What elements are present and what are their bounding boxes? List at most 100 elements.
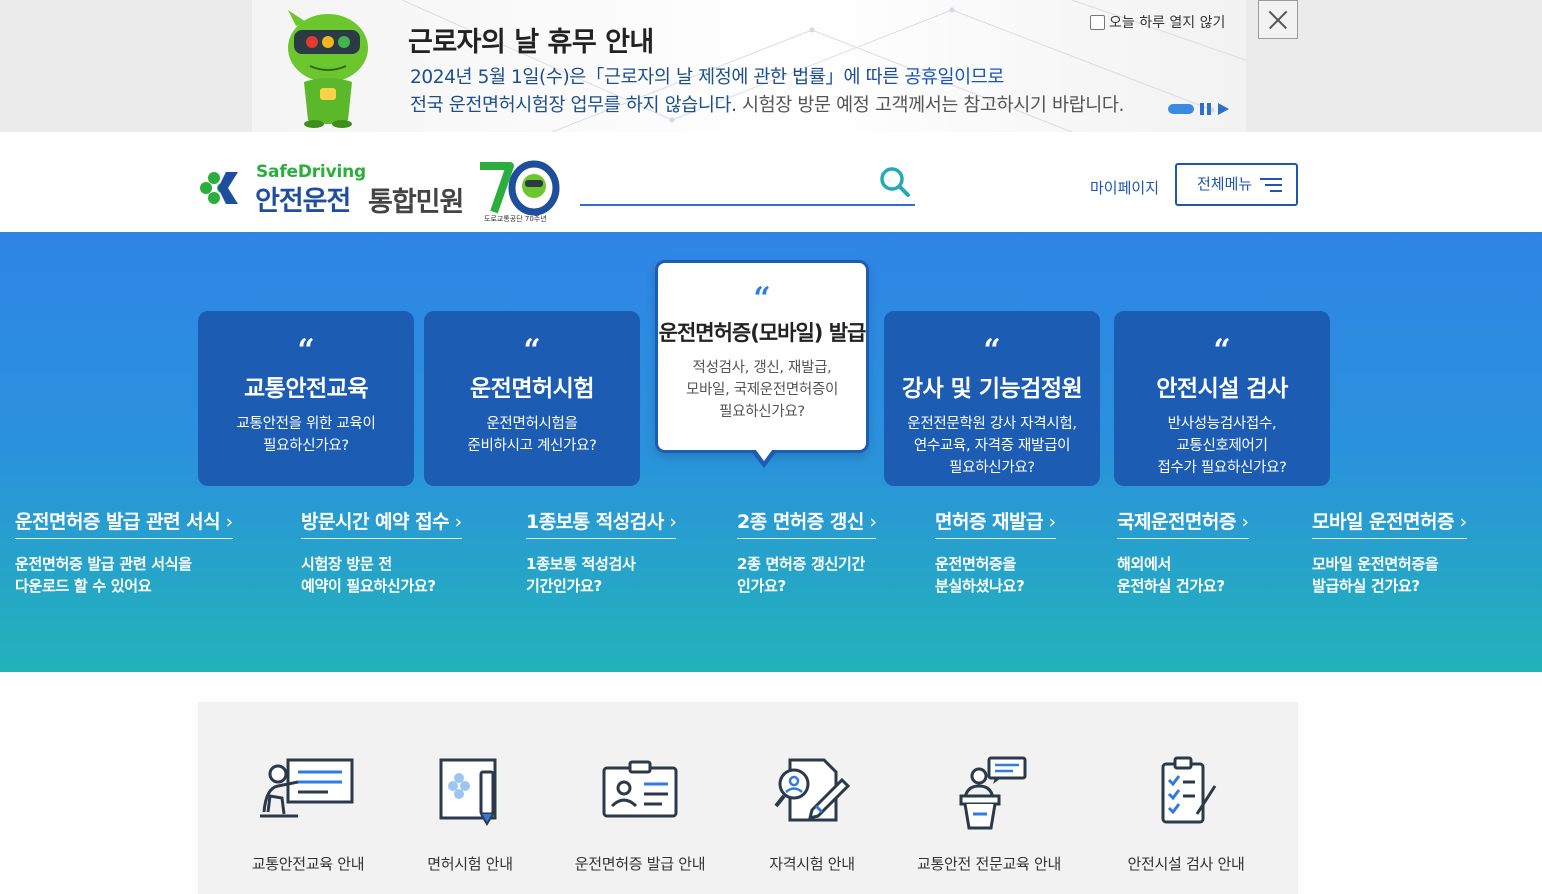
quick-link-international-license[interactable]: 국제운전면허증 › 해외에서 운전하실 건가요? [1117,507,1249,597]
hamburger-menu-icon [1260,176,1282,194]
quick-link-mobile-license[interactable]: 모바일 운전면허증 › 모바일 운전면허증을 발급하실 건가요? [1312,507,1467,597]
guide-license-exam[interactable]: 면허시험 안내 [380,702,560,894]
lecture-podium-icon [959,756,1027,830]
card-desc: 운전면허시험을 준비하시고 계신가요? [424,413,640,457]
card-desc-line: 모바일, 국제운전면허증이 [685,382,839,398]
quick-link-aptitude-test[interactable]: 1종보통 적성검사 › 1종보통 적성검사 기간인가요? [526,507,677,597]
speech-bubble-tail [750,446,778,468]
guide-label: 운전면허증 발급 안내 [574,855,706,873]
quick-link-title-text: 2종 면허증 갱신 [737,511,864,533]
quick-link-desc: 모바일 운전면허증을 발급하실 건가요? [1312,553,1467,597]
quick-link-title[interactable]: 운전면허증 발급 관련 서식 › [15,507,233,539]
guide-section: 교통안전교육 안내 면허시험 안내 운전면허증 발급 안내 자격시험 안내 교통… [198,702,1298,894]
quick-link-desc: 해외에서 운전하실 건가요? [1117,553,1249,597]
quick-link-desc-line: 운전면허증 발급 관련 서식을 [15,555,192,573]
guide-professional-education[interactable]: 교통안전 전문교육 안내 [899,702,1079,894]
quick-link-title-text: 면허증 재발급 [935,511,1044,533]
quick-link-visit-reservation[interactable]: 방문시간 예약 접수 › 시험장 방문 전 예약이 필요하신가요? [301,507,462,597]
all-menu-button[interactable]: 전체메뉴 [1175,163,1298,206]
mascot-illustration [288,10,368,128]
card-license-exam[interactable]: “ 운전면허시험 운전면허시험을 준비하시고 계신가요? [424,311,640,486]
card-desc-line: 접수가 필요하신가요? [1157,460,1287,476]
pause-icon[interactable] [1200,103,1212,115]
search-input[interactable] [580,162,915,206]
notice-line-1-highlight: 공휴일이므로 [904,67,1005,88]
card-desc-line: 운전면허시험을 [486,416,578,432]
notice-banner: 근로자의 날 휴무 안내 2024년 5월 1일(수)은「근로자의 날 제정에 … [0,0,1542,132]
guide-label: 면허시험 안내 [427,855,513,873]
site-logo[interactable]: SafeDriving 안전운전 통합민원 도로교통공단 70주년 [198,160,563,226]
quick-link-desc-line: 인가요? [737,577,786,595]
chevron-right-icon: › [449,511,463,533]
site-header: SafeDriving 안전운전 통합민원 도로교통공단 70주년 마이페이지 … [0,132,1542,232]
close-icon[interactable] [1258,0,1298,39]
dont-show-today-checkbox[interactable]: 오늘 하루 열지 않기 [1090,12,1225,32]
play-icon[interactable] [1218,103,1229,115]
card-desc-line: 운전전문학원 강사 자격시험, [907,416,1077,432]
all-menu-label: 전체메뉴 [1197,175,1253,193]
slide-indicator[interactable] [1168,104,1194,114]
card-title: 강사 및 기능검정원 [901,376,1083,402]
notice-line-2-highlight: 전국 운전면허시험장 업무를 하지 않습니다. [410,95,737,116]
mypage-link[interactable]: 마이페이지 [1090,177,1159,198]
card-license-issuance[interactable]: “ 운전면허증(모바일) 발급 적성검사, 갱신, 재발급, 모바일, 국제운전… [655,260,869,468]
quick-link-title[interactable]: 국제운전면허증 › [1117,507,1249,539]
quick-link-title[interactable]: 1종보통 적성검사 › [526,507,677,539]
hero-section: “ 교통안전교육 교통안전을 위한 교육이 필요하신가요? “ 운전면허시험 운… [0,232,1542,672]
notice-title: 근로자의 날 휴무 안내 [408,27,654,58]
quick-link-desc: 운전면허증을 분실하셨나요? [935,553,1056,597]
card-instructor-examiner[interactable]: “ 강사 및 기능검정원 운전전문학원 강사 자격시험, 연수교육, 자격증 재… [884,311,1100,486]
search-icon[interactable] [879,166,911,198]
quick-link-reissue[interactable]: 면허증 재발급 › 운전면허증을 분실하셨나요? [935,507,1056,597]
quick-link-title[interactable]: 2종 면허증 갱신 › [737,507,877,539]
quick-link-title-text: 운전면허증 발급 관련 서식 [15,511,221,533]
dont-show-today-label: 오늘 하루 열지 않기 [1109,15,1226,31]
chevron-right-icon: › [863,511,877,533]
chevron-right-icon: › [1235,511,1249,533]
quick-link-desc-line: 예약이 필요하신가요? [301,577,436,595]
card-desc: 운전전문학원 강사 자격시험, 연수교육, 자격증 재발급이 필요하신가요? [884,413,1100,479]
card-desc-line: 교통신호제어기 [1176,438,1268,454]
card-desc-line: 연수교육, 자격증 재발급이 [913,438,1071,454]
guide-traffic-safety-education[interactable]: 교통안전교육 안내 [218,702,398,894]
logo-70-caption: 도로교통공단 70주년 [484,215,547,223]
quote-icon: “ [523,333,541,368]
checkbox-box[interactable] [1090,14,1105,30]
quick-link-title[interactable]: 방문시간 예약 접수 › [301,507,462,539]
chevron-right-icon: › [663,511,677,533]
card-traffic-safety-education[interactable]: “ 교통안전교육 교통안전을 위한 교육이 필요하신가요? [198,311,414,486]
quick-link-license-forms[interactable]: 운전면허증 발급 관련 서식 › 운전면허증 발급 관련 서식을 다운로드 할 수… [15,507,233,597]
checklist-icon [1161,756,1217,824]
card-desc-line: 교통안전을 위한 교육이 [236,416,376,432]
guide-license-issuance[interactable]: 운전면허증 발급 안내 [550,702,730,894]
quick-link-title[interactable]: 면허증 재발급 › [935,507,1056,539]
license-test-icon [439,758,497,826]
quick-link-title-text: 국제운전면허증 [1117,511,1236,533]
quick-link-title[interactable]: 모바일 운전면허증 › [1312,507,1467,539]
guide-qualification-exam[interactable]: 자격시험 안내 [722,702,902,894]
quick-link-desc: 시험장 방문 전 예약이 필요하신가요? [301,553,462,597]
card-desc-line: 적성검사, 갱신, 재발급, [692,360,832,376]
quick-link-desc: 1종보통 적성검사 기간인가요? [526,553,676,597]
card-desc: 교통안전을 위한 교육이 필요하신가요? [198,413,414,457]
card-title: 운전면허증(모바일) 발급 [658,321,867,345]
guide-label: 안전시설 검사 안내 [1127,855,1245,873]
quick-link-desc: 운전면허증 발급 관련 서식을 다운로드 할 수 있어요 [15,553,233,597]
quick-link-title-text: 모바일 운전면허증 [1312,511,1454,533]
presentation-icon [260,758,354,818]
card-safety-facility-inspection[interactable]: “ 안전시설 검사 반사성능검사접수, 교통신호제어기 접수가 필요하신가요? [1114,311,1330,486]
card-desc-line: 준비하시고 계신가요? [467,438,597,454]
quote-icon: “ [1213,333,1231,368]
guide-safety-facility-inspection[interactable]: 안전시설 검사 안내 [1096,702,1276,894]
card-desc-line: 필요하신가요? [949,460,1035,476]
guide-label: 교통안전 전문교육 안내 [917,855,1061,873]
guide-label: 자격시험 안내 [769,855,855,873]
quick-link-license-renewal[interactable]: 2종 면허증 갱신 › 2종 면허증 갱신기간 인가요? [737,507,877,597]
card-title: 교통안전교육 [244,376,368,402]
notice-popup: 근로자의 날 휴무 안내 2024년 5월 1일(수)은「근로자의 날 제정에 … [252,0,1246,132]
quick-link-title-text: 1종보통 적성검사 [526,511,664,533]
notice-line-2: 전국 운전면허시험장 업무를 하지 않습니다. 시험장 방문 예정 고객께서는 … [410,91,1124,117]
guide-label: 교통안전교육 안내 [251,855,365,873]
notice-line-1: 2024년 5월 1일(수)은「근로자의 날 제정에 관한 법률」에 따른 공휴… [410,63,1004,89]
quick-link-desc-line: 1종보통 적성검사 [526,555,636,573]
